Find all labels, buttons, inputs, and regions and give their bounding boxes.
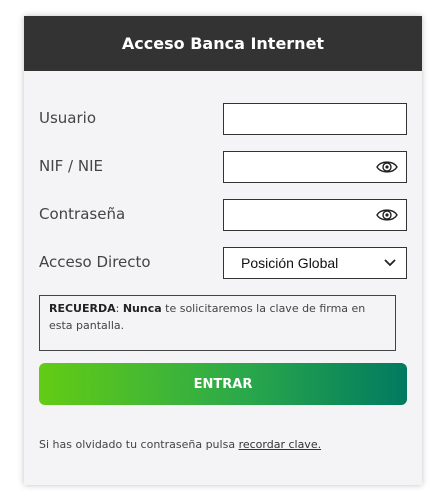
notice-separator: : bbox=[115, 302, 123, 315]
notice-strong-word: Nunca bbox=[122, 302, 162, 315]
nif-input[interactable] bbox=[224, 152, 376, 180]
nif-label: NIF / NIE bbox=[39, 157, 103, 175]
notice-emphasis: RECUERDA bbox=[49, 302, 116, 315]
login-title: Acceso Banca Internet bbox=[121, 34, 325, 53]
direct-access-selected-value: Posición Global bbox=[241, 255, 339, 271]
login-header: Acceso Banca Internet bbox=[24, 16, 422, 71]
eye-icon[interactable] bbox=[376, 206, 398, 224]
password-row: Contraseña bbox=[24, 199, 422, 231]
chevron-down-icon bbox=[384, 259, 396, 267]
direct-access-label: Acceso Directo bbox=[39, 253, 151, 271]
forgot-password-text: Si has olvidado tu contraseña pulsa reco… bbox=[39, 438, 321, 451]
nif-row: NIF / NIE bbox=[24, 151, 422, 183]
eye-icon[interactable] bbox=[376, 158, 398, 176]
password-field-box bbox=[223, 199, 407, 231]
login-card: Acceso Banca Internet Usuario NIF / NIE … bbox=[24, 16, 422, 485]
nif-field-box bbox=[223, 151, 407, 183]
security-notice: RECUERDA: Nunca te solicitaremos la clav… bbox=[39, 295, 396, 351]
usuario-field-box bbox=[223, 103, 407, 135]
direct-access-select[interactable]: Posición Global bbox=[223, 247, 407, 279]
password-label: Contraseña bbox=[39, 205, 126, 223]
usuario-label: Usuario bbox=[39, 109, 97, 127]
forgot-text: Si has olvidado tu contraseña pulsa bbox=[39, 438, 239, 451]
password-input[interactable] bbox=[224, 200, 376, 228]
usuario-row: Usuario bbox=[24, 103, 422, 135]
direct-access-row: Acceso Directo Posición Global bbox=[24, 247, 422, 279]
enter-button[interactable]: ENTRAR bbox=[39, 363, 407, 405]
usuario-input[interactable] bbox=[224, 104, 376, 132]
remember-key-link[interactable]: recordar clave. bbox=[239, 438, 322, 451]
